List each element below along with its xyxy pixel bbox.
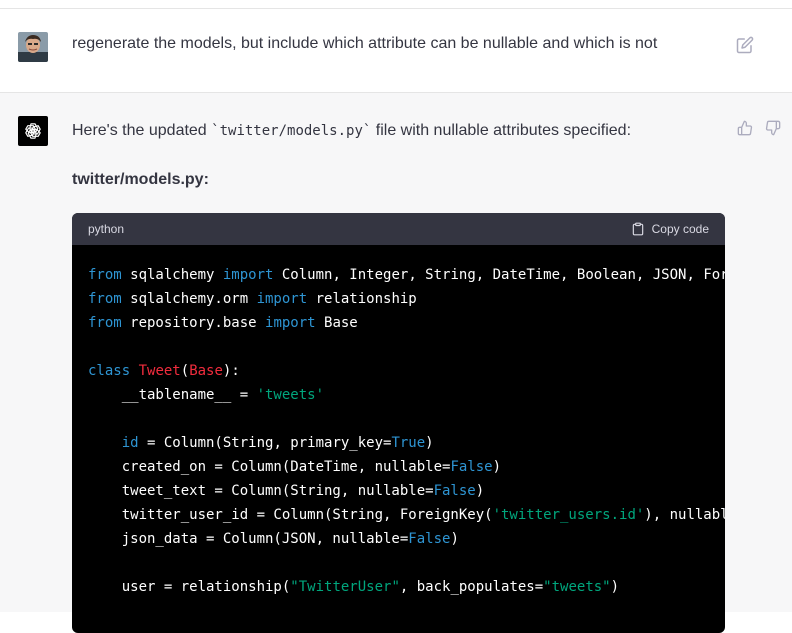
user-message-row: regenerate the models, but include which… (0, 9, 792, 93)
code-token: 'tweets' (256, 387, 325, 403)
code-line: class Tweet(Base): (88, 359, 709, 383)
code-token: ) (475, 483, 485, 499)
code-token: ) (492, 459, 502, 475)
code-token: repository.base (121, 315, 266, 331)
copy-code-button[interactable]: Copy code (631, 222, 709, 236)
code-line: from sqlalchemy import Column, Integer, … (88, 263, 725, 287)
code-token: class (88, 363, 131, 379)
assistant-intro-text: Here's the updated `twitter/models.py` f… (72, 122, 631, 140)
code-token: import (265, 315, 316, 331)
user-photo-icon (18, 32, 48, 62)
top-strip (0, 0, 792, 9)
code-token: from (88, 291, 122, 307)
assistant-message-row: Here's the updated `twitter/models.py` f… (0, 93, 792, 633)
code-token: created_on = Column(DateTime, nullable= (88, 459, 451, 475)
code-token: json_data = Column(JSON, nullable= (88, 531, 409, 547)
intro-before: Here's the updated (72, 122, 212, 139)
code-token: , back_populates= (399, 579, 544, 595)
code-header: python Copy code (72, 213, 725, 245)
code-token: False (433, 483, 476, 499)
code-line: __tablename__ = 'tweets' (88, 383, 709, 407)
code-token: Column, Integer, String, DateTime, Boole… (281, 267, 725, 283)
clipboard-icon (632, 222, 643, 236)
code-line: twitter_user_id = Column(String, Foreign… (88, 503, 725, 527)
assistant-avatar (18, 116, 48, 146)
code-line: id = Column(String, primary_key=True) (88, 431, 709, 455)
code-line: user = relationship("TwitterUser", back_… (88, 575, 709, 599)
code-token: import (222, 267, 274, 283)
code-token: Base (189, 363, 223, 379)
code-token: user = relationship( (88, 579, 291, 595)
code-token: ( (180, 363, 190, 379)
code-token: ): (222, 363, 240, 379)
code-body: from sqlalchemy import Column, Integer, … (72, 245, 725, 599)
openai-logo-icon (25, 123, 41, 139)
code-token: from (88, 267, 122, 283)
code-token: sqlalchemy (121, 267, 223, 283)
user-avatar (18, 32, 48, 62)
code-token: relationship (307, 291, 417, 307)
code-token: "TwitterUser" (290, 579, 400, 595)
code-block: python Copy code from sqlalchemy import … (72, 213, 725, 633)
code-line: created_on = Column(DateTime, nullable=F… (88, 455, 709, 479)
code-token: ), nullable=False) (644, 507, 725, 523)
user-message-text: regenerate the models, but include which… (72, 35, 658, 52)
code-token: "tweets" (543, 579, 611, 595)
intro-code: `twitter/models.py` (211, 123, 372, 139)
code-token: True (391, 435, 426, 451)
code-filename: twitter/models.py: (72, 171, 209, 188)
code-line: from repository.base import Base (88, 311, 709, 335)
code-token: sqlalchemy.orm (121, 291, 257, 307)
code-token: twitter_user_id = Column(String, Foreign… (88, 507, 493, 523)
code-token: ) (450, 531, 459, 547)
thumbs-down-icon[interactable] (765, 120, 781, 136)
code-token: __tablename__ = (88, 387, 257, 403)
code-token: False (408, 531, 451, 547)
code-token: False (450, 459, 493, 475)
thumbs-up-icon[interactable] (737, 120, 753, 136)
code-language-label: python (88, 222, 125, 236)
code-token: Tweet (138, 363, 181, 379)
code-token: ) (610, 579, 620, 595)
code-line: tweet_text = Column(String, nullable=Fal… (88, 479, 709, 503)
code-token: Base (315, 315, 358, 331)
code-token: from (88, 315, 122, 331)
code-token: import (256, 291, 308, 307)
code-token: tweet_text = Column(String, nullable= (88, 483, 434, 499)
copy-code-label: Copy code (651, 222, 709, 236)
code-token: ) (425, 435, 434, 451)
code-token: = Column(String, primary_key= (138, 435, 392, 451)
code-token: id (121, 435, 139, 451)
edit-icon[interactable] (736, 36, 754, 54)
intro-after: file with nullable attributes specified: (371, 122, 632, 139)
code-token: 'twitter_users.id' (492, 507, 645, 523)
code-line: json_data = Column(JSON, nullable=False) (88, 527, 709, 551)
code-line: from sqlalchemy.orm import relationship (88, 287, 709, 311)
